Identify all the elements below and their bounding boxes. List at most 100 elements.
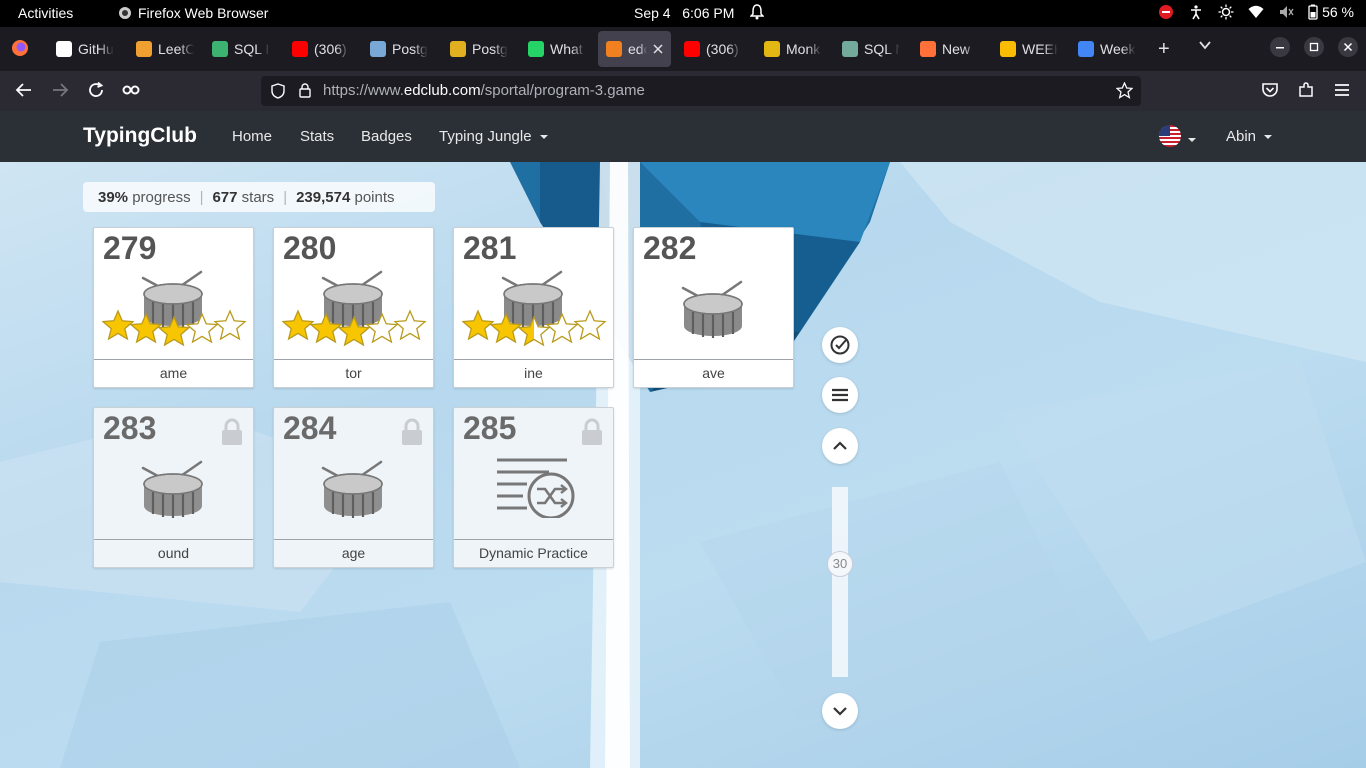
back-button[interactable] bbox=[15, 81, 33, 104]
postgres-tutorial-icon bbox=[450, 41, 466, 57]
lesson-label: tor bbox=[274, 359, 433, 387]
zoom-slider[interactable]: 30 bbox=[827, 487, 853, 677]
browser-tab[interactable]: Postg bbox=[362, 31, 438, 67]
us-flag-icon[interactable] bbox=[1159, 125, 1181, 147]
check-circle-icon bbox=[830, 335, 850, 355]
browser-tab[interactable]: New bbox=[912, 31, 988, 67]
star-icon bbox=[517, 315, 551, 347]
tab-label: SQL I bbox=[234, 41, 270, 57]
tab-strip: GitHu LeetC SQL I (306) Postg Postg What edc (30… bbox=[0, 27, 1366, 71]
completed-filter-button[interactable] bbox=[822, 327, 858, 363]
browser-tab[interactable]: GitHu bbox=[48, 31, 124, 67]
scroll-up-button[interactable] bbox=[822, 428, 858, 464]
lesson-number: 285 bbox=[463, 410, 517, 446]
tab-label: WEEK bbox=[1022, 41, 1058, 57]
app-name: Firefox Web Browser bbox=[138, 5, 269, 21]
lesson-tile[interactable]: 285 Dynamic Practice bbox=[453, 407, 614, 568]
bookmark-star-icon[interactable] bbox=[1115, 81, 1134, 104]
star-rating bbox=[461, 308, 607, 353]
app-menu[interactable]: Firefox Web Browser bbox=[118, 5, 268, 21]
extensions-puzzle-icon[interactable] bbox=[1297, 81, 1315, 104]
hamburger-menu-icon[interactable] bbox=[1333, 81, 1351, 104]
browser-tab[interactable]: Week bbox=[1070, 31, 1146, 67]
nav-home[interactable]: Home bbox=[232, 128, 272, 145]
browser-tab[interactable]: (306) bbox=[676, 31, 752, 67]
divider: | bbox=[283, 188, 288, 206]
w3resource-icon bbox=[212, 41, 228, 57]
maximize-window-button[interactable] bbox=[1304, 37, 1324, 62]
list-all-tabs-icon[interactable] bbox=[1198, 38, 1212, 57]
nav-badges[interactable]: Badges bbox=[361, 128, 412, 145]
star-icon bbox=[213, 309, 247, 341]
lesson-number: 280 bbox=[283, 230, 337, 266]
lesson-label: ine bbox=[454, 359, 613, 387]
edclub-icon bbox=[606, 41, 622, 57]
star-icon bbox=[393, 309, 427, 341]
lock-icon[interactable] bbox=[298, 82, 312, 103]
url-bar[interactable]: https://www.edclub.com/sportal/program-3… bbox=[261, 76, 1141, 106]
private-browsing-icon[interactable] bbox=[121, 81, 141, 104]
postgres-icon bbox=[370, 41, 386, 57]
tab-label: LeetC bbox=[158, 41, 194, 57]
zoom-slider-handle[interactable]: 30 bbox=[827, 551, 853, 577]
firefox-view-icon[interactable] bbox=[11, 39, 29, 62]
browser-tab[interactable]: LeetC bbox=[128, 31, 204, 67]
new-tab-button[interactable]: + bbox=[1158, 38, 1170, 61]
browser-tab[interactable]: SQL I bbox=[204, 31, 280, 67]
lesson-tile[interactable]: 284 age bbox=[273, 407, 434, 568]
browser-tab[interactable]: What bbox=[520, 31, 596, 67]
language-caret-icon[interactable] bbox=[1187, 131, 1197, 149]
system-tray[interactable]: 56 % bbox=[1158, 4, 1354, 20]
star-rating bbox=[101, 308, 247, 353]
battery-icon bbox=[1308, 4, 1318, 20]
close-window-button[interactable] bbox=[1338, 37, 1358, 62]
browser-tab[interactable]: (306) bbox=[284, 31, 360, 67]
tab-label: What bbox=[550, 41, 583, 57]
browser-tab[interactable]: SQL N bbox=[834, 31, 910, 67]
lesson-tile[interactable]: 282 ave bbox=[633, 227, 794, 388]
activities-button[interactable]: Activities bbox=[18, 5, 73, 21]
star-icon bbox=[281, 309, 315, 341]
lesson-tile[interactable]: 280 tor bbox=[273, 227, 434, 388]
accessibility-icon bbox=[1191, 5, 1202, 20]
typingclub-logo[interactable]: TypingClub bbox=[83, 124, 197, 148]
lesson-number: 284 bbox=[283, 410, 337, 446]
firefox-app-icon bbox=[119, 7, 131, 19]
points-count: 239,574 bbox=[296, 188, 351, 206]
lesson-label: ound bbox=[94, 539, 253, 567]
browser-tab[interactable]: edc bbox=[598, 31, 671, 67]
chatgpt-icon bbox=[842, 41, 858, 57]
lesson-label: age bbox=[274, 539, 433, 567]
stars-count: 677 bbox=[212, 188, 238, 206]
nav-stats[interactable]: Stats bbox=[300, 128, 334, 145]
close-tab-icon[interactable] bbox=[653, 41, 663, 57]
forward-button[interactable] bbox=[51, 81, 69, 104]
pocket-icon[interactable] bbox=[1261, 81, 1279, 104]
clock[interactable]: Sep 4 6:06 PM bbox=[634, 5, 734, 21]
menu-button[interactable] bbox=[822, 377, 858, 413]
lesson-tile[interactable]: 283 ound bbox=[93, 407, 254, 568]
browser-tab[interactable]: Postg bbox=[442, 31, 518, 67]
monkeytype-icon bbox=[764, 41, 780, 57]
reload-button[interactable] bbox=[87, 81, 105, 104]
lesson-number: 279 bbox=[103, 230, 157, 266]
star-icon bbox=[573, 309, 607, 341]
user-menu[interactable]: Abin bbox=[1226, 128, 1273, 145]
browser-tab[interactable]: Monk bbox=[756, 31, 832, 67]
minimize-window-button[interactable] bbox=[1270, 37, 1290, 62]
scroll-down-button[interactable] bbox=[822, 693, 858, 729]
lesson-tile[interactable]: 281 ine bbox=[453, 227, 614, 388]
progress-summary: 39% progress | 677 stars | 239,574 point… bbox=[83, 182, 435, 212]
url-text[interactable]: https://www.edclub.com/sportal/program-3… bbox=[323, 82, 645, 99]
tab-label: (306) bbox=[706, 41, 739, 57]
tab-label: SQL N bbox=[864, 41, 900, 57]
lesson-tile[interactable]: 279 ame bbox=[93, 227, 254, 388]
lesson-number: 282 bbox=[643, 230, 697, 266]
lesson-label: ame bbox=[94, 359, 253, 387]
nav-typing-jungle[interactable]: Typing Jungle bbox=[439, 128, 549, 145]
star-icon bbox=[461, 309, 495, 341]
tracking-protection-shield-icon[interactable] bbox=[271, 83, 285, 104]
star-icon bbox=[337, 315, 371, 347]
browser-tab[interactable]: WEEK bbox=[992, 31, 1068, 67]
star-icon bbox=[489, 312, 523, 344]
